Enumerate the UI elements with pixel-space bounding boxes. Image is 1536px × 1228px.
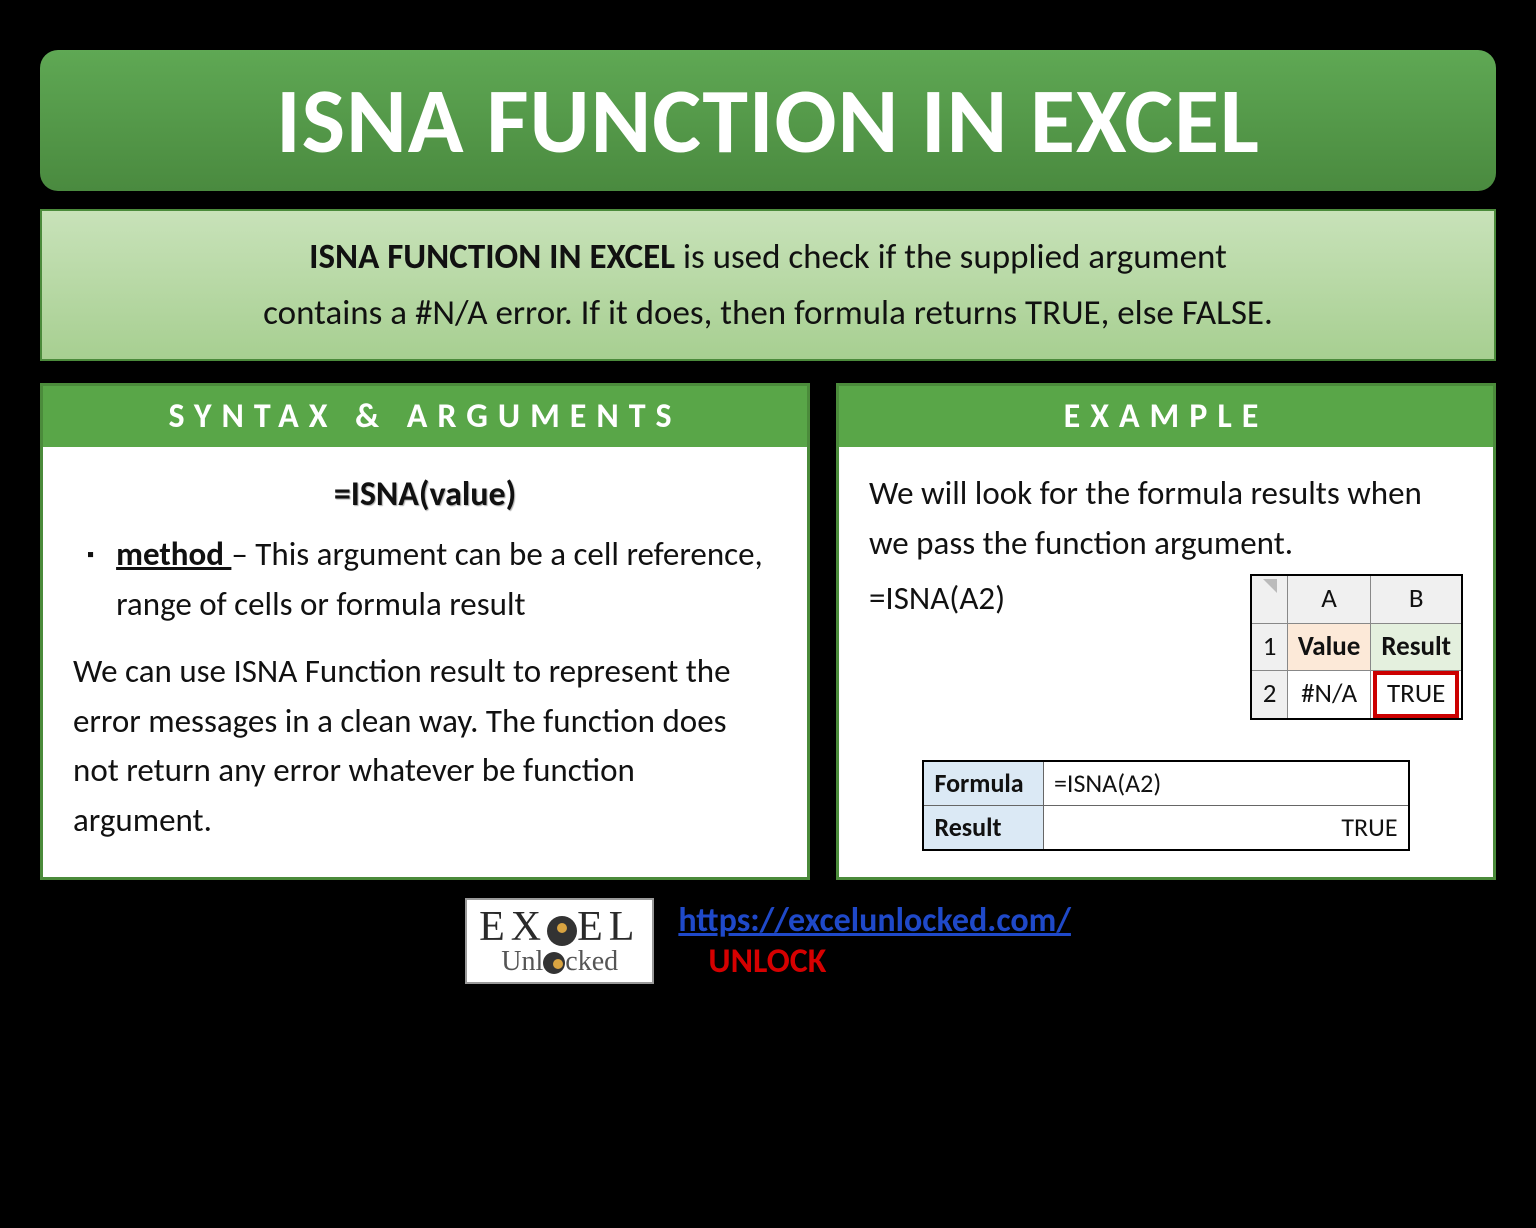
syntax-body: =ISNA(value) ▪ method – This argument ca… <box>43 447 807 871</box>
grid-header-value: Value <box>1287 623 1371 671</box>
footer-link[interactable]: https://excelunlocked.com/ <box>678 900 1071 941</box>
grid-header-result: Result <box>1371 623 1462 671</box>
ft-label-result: Result <box>923 805 1043 850</box>
logo: EXEL Unlcked <box>465 898 654 984</box>
grid-col-b: B <box>1371 575 1462 623</box>
argument-bullet: ▪ method – This argument can be a cell r… <box>73 530 777 629</box>
example-grid: A B 1 Value Result 2 #N/A TRUE <box>1250 574 1463 720</box>
page-title: ISNA FUNCTION IN EXCEL <box>40 50 1496 191</box>
syntax-paragraph: We can use ISNA Function result to repre… <box>73 647 777 845</box>
example-panel: EXAMPLE We will look for the formula res… <box>836 383 1496 880</box>
keyhole-icon <box>543 952 565 974</box>
bullet-icon: ▪ <box>87 540 94 629</box>
ft-value-result: TRUE <box>1043 805 1408 850</box>
title-text: ISNA FUNCTION IN EXCEL <box>276 64 1260 177</box>
syntax-panel: SYNTAX & ARGUMENTS =ISNA(value) ▪ method… <box>40 383 810 880</box>
description-bold: ISNA FUNCTION IN EXCEL <box>309 236 675 278</box>
example-intro: We will look for the formula results whe… <box>869 469 1463 568</box>
main-columns: SYNTAX & ARGUMENTS =ISNA(value) ▪ method… <box>40 383 1496 880</box>
grid-col-a: A <box>1287 575 1371 623</box>
formula-result-table: Formula =ISNA(A2) Result TRUE <box>922 760 1409 851</box>
description-line-2: contains a #N/A error. If it does, then … <box>82 285 1454 341</box>
syntax-header: SYNTAX & ARGUMENTS <box>43 386 807 447</box>
example-top-row: =ISNA(A2) A B 1 Value Result 2 #N/A <box>869 574 1463 720</box>
example-body: We will look for the formula results whe… <box>839 447 1493 877</box>
description-box: ISNA FUNCTION IN EXCEL is used check if … <box>40 209 1496 361</box>
grid-row-2: 2 <box>1251 671 1287 719</box>
keyhole-icon <box>547 916 577 946</box>
footer: EXEL Unlcked https://excelunlocked.com/ … <box>40 898 1496 984</box>
grid-corner <box>1251 575 1287 623</box>
grid-row-1: 1 <box>1251 623 1287 671</box>
logo-line-1: EXEL <box>479 906 640 948</box>
footer-text: https://excelunlocked.com/ UNLOCK <box>678 900 1071 982</box>
description-line-1: ISNA FUNCTION IN EXCEL is used check if … <box>82 229 1454 285</box>
argument-text: method – This argument can be a cell ref… <box>116 530 777 629</box>
example-header: EXAMPLE <box>839 386 1493 447</box>
syntax-formula: =ISNA(value) <box>73 469 777 520</box>
description-rest1: is used check if the supplied argument <box>675 236 1227 278</box>
argument-name: method <box>116 534 231 574</box>
grid-value-cell: #N/A <box>1287 671 1371 719</box>
grid-result-cell: TRUE <box>1371 671 1462 719</box>
ft-label-formula: Formula <box>923 761 1043 806</box>
footer-unlock: UNLOCK <box>708 941 1071 982</box>
ft-value-formula: =ISNA(A2) <box>1043 761 1408 806</box>
logo-line-2: Unlcked <box>479 948 640 976</box>
example-formula-inline: =ISNA(A2) <box>869 574 1232 720</box>
